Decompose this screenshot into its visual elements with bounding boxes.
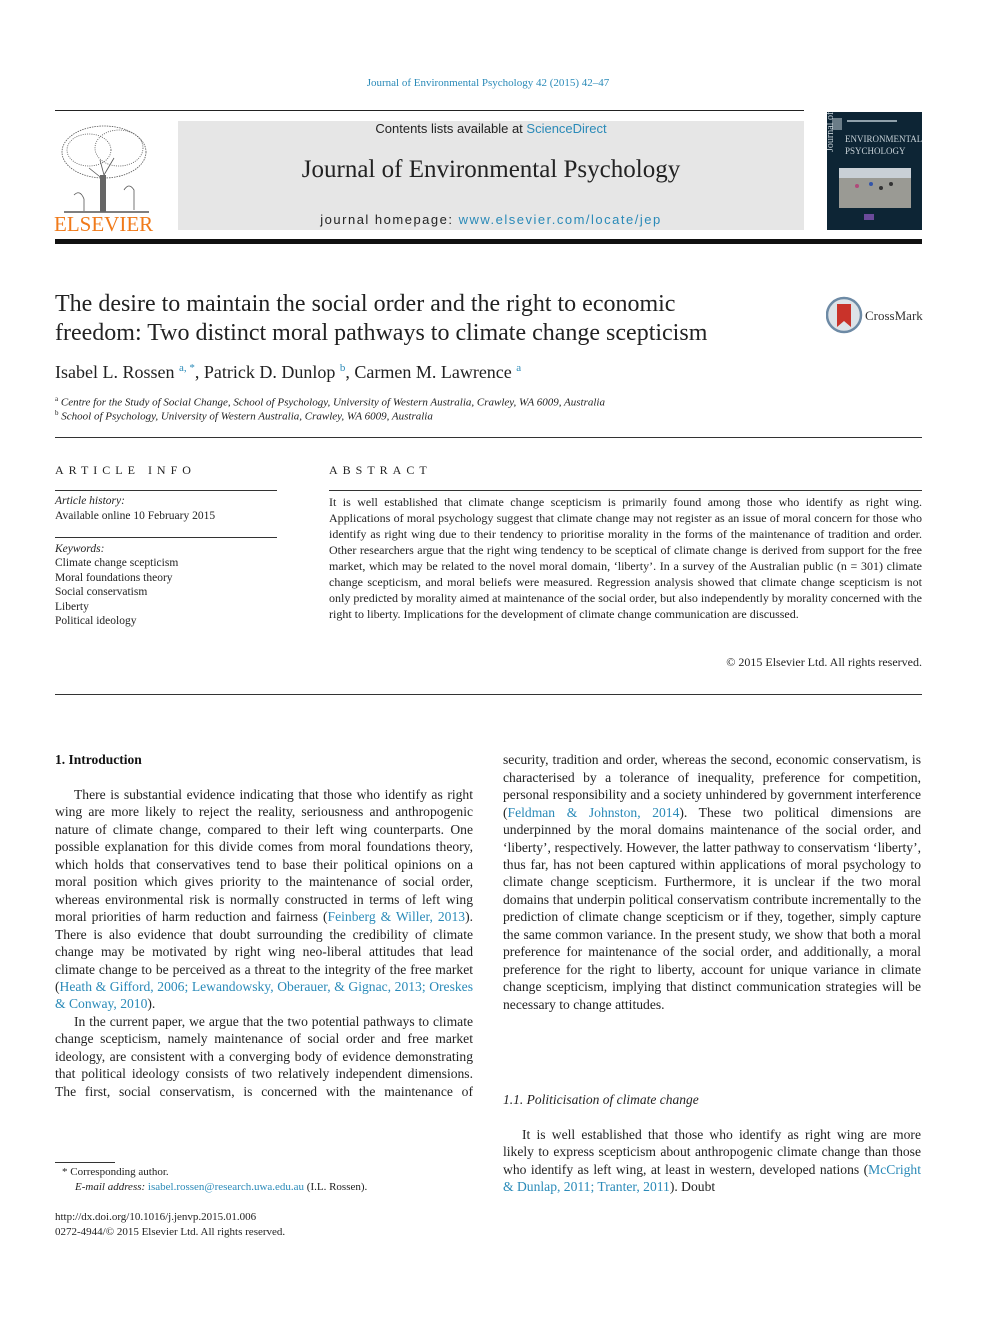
author-name[interactable]: Carmen M. Lawrence <box>354 362 511 382</box>
svg-text:PSYCHOLOGY: PSYCHOLOGY <box>845 146 906 156</box>
crossmark-badge[interactable]: CrossMark <box>826 296 926 336</box>
abstract-text: It is well established that climate chan… <box>329 495 922 621</box>
paragraph: There is substantial evidence indicating… <box>55 786 473 1013</box>
homepage-link[interactable]: www.elsevier.com/locate/jep <box>459 212 662 227</box>
paragraph: It is well established that those who id… <box>503 1126 921 1196</box>
email-link[interactable]: isabel.rossen@research.uwa.edu.au <box>148 1181 304 1193</box>
crossmark-label: CrossMark <box>865 308 923 323</box>
keywords-list: Climate change scepticism Moral foundati… <box>55 556 178 629</box>
author-name[interactable]: Isabel L. Rossen <box>55 362 174 382</box>
journal-title: Journal of Environmental Psychology <box>301 156 681 183</box>
corresponding-author-note: * Corresponding author. <box>62 1166 169 1178</box>
author-affiliation-marker[interactable]: a <box>516 362 521 374</box>
running-head[interactable]: Journal of Environmental Psychology 42 (… <box>0 77 976 89</box>
citation-link[interactable]: Feinberg & Willer, 2013 <box>328 909 466 924</box>
section-heading-introduction: 1. Introduction <box>55 752 142 767</box>
contents-line: Contents lists available at ScienceDirec… <box>178 121 804 136</box>
homepage-prefix: journal homepage: <box>320 212 459 227</box>
paragraph-continuation: In the current paper, we argue that the … <box>503 751 921 1013</box>
email-label: E-mail address: <box>75 1181 148 1193</box>
article-history-value: Available online 10 February 2015 <box>55 510 216 522</box>
affiliation-text: Centre for the Study of Social Change, S… <box>60 396 605 409</box>
paragraph-text: ). Doubt <box>669 1179 716 1195</box>
paragraph-text: In the current paper, we argue that the … <box>503 751 921 1013</box>
issn-copyright: 0272-4944/© 2015 Elsevier Ltd. All right… <box>55 1226 286 1238</box>
elsevier-wordmark: ELSEVIER <box>54 212 154 236</box>
abstract-rule <box>329 490 922 491</box>
citation-link[interactable]: Feldman & Johnston, 2014 <box>508 805 680 820</box>
abstract-heading: ABSTRACT <box>329 463 432 477</box>
article-title-line1: The desire to maintain the social order … <box>55 291 676 317</box>
affiliation-a: a Centre for the Study of Social Change,… <box>55 395 605 409</box>
article-history-label: Article history: <box>55 495 125 507</box>
paragraph-text: ). <box>147 996 156 1012</box>
paragraph-text: There is substantial evidence indicating… <box>55 787 473 925</box>
author-list: Isabel L. Rossen a, *, Patrick D. Dunlop… <box>55 362 522 382</box>
author-name[interactable]: Patrick D. Dunlop <box>204 362 335 382</box>
keyword-item: Climate change scepticism <box>55 557 179 569</box>
article-info-rule <box>55 490 277 491</box>
keywords-rule <box>55 537 277 538</box>
keywords-label: Keywords: <box>55 543 105 555</box>
header-thick-rule <box>55 239 922 244</box>
svg-text:ENVIRONMENTAL: ENVIRONMENTAL <box>845 134 922 144</box>
homepage-line: journal homepage: www.elsevier.com/locat… <box>178 212 804 227</box>
affiliation-key: b <box>55 409 59 417</box>
author-affiliation-marker[interactable]: a, * <box>179 362 195 374</box>
header-rule <box>55 110 804 111</box>
keyword-item: Moral foundations theory <box>55 571 173 584</box>
journal-cover-thumbnail[interactable]: Journal of ENVIRONMENTAL PSYCHOLOGY <box>825 111 922 230</box>
svg-text:Journal of: Journal of <box>827 112 836 152</box>
doi-link[interactable]: http://dx.doi.org/10.1016/j.jenvp.2015.0… <box>55 1210 256 1225</box>
paragraph-text: In the current paper, we argue that the … <box>55 1013 473 1099</box>
paragraph-text: It is well established that those who id… <box>503 1127 921 1177</box>
crossmark-icon <box>826 296 863 334</box>
body-left-column: There is substantial evidence indicating… <box>55 786 473 1100</box>
body-right-column: In the current paper, we argue that the … <box>503 751 921 1066</box>
contents-prefix: Contents lists available at <box>375 121 527 136</box>
keyword-item: Political ideology <box>55 615 137 627</box>
article-info-heading: ARTICLE INFO <box>55 463 196 477</box>
author-affiliation-marker[interactable]: b <box>340 362 346 374</box>
abstract-copyright: © 2015 Elsevier Ltd. All rights reserved… <box>726 655 922 669</box>
article-title: The desire to maintain the social order … <box>55 290 815 348</box>
email-suffix: (I.L. Rossen). <box>304 1181 368 1193</box>
affiliation-b: b School of Psychology, University of We… <box>55 409 433 423</box>
keyword-item: Liberty <box>55 600 89 613</box>
sciencedirect-link[interactable]: ScienceDirect <box>526 121 606 136</box>
abstract-bottom-rule <box>55 694 922 695</box>
article-title-line2: freedom: Two distinct moral pathways to … <box>55 320 708 346</box>
subsection-heading-politicisation: 1.1. Politicisation of climate change <box>503 1092 699 1107</box>
title-block-rule <box>55 437 922 438</box>
keyword-item: Social conservatism <box>55 586 148 598</box>
paragraph-text: ). These two political dimensions are un… <box>503 804 921 1012</box>
body-right-column-lower: It is well established that those who id… <box>503 1126 921 1196</box>
affiliation-key: a <box>55 395 59 403</box>
footnote-rule <box>55 1162 115 1163</box>
paragraph: In the current paper, we argue that the … <box>55 1013 473 1100</box>
citation-link[interactable]: Heath & Gifford, 2006; Lewandowsky, Ober… <box>55 979 473 1011</box>
affiliation-text: School of Psychology, University of West… <box>61 410 433 423</box>
email-line: E-mail address: isabel.rossen@research.u… <box>75 1180 367 1195</box>
